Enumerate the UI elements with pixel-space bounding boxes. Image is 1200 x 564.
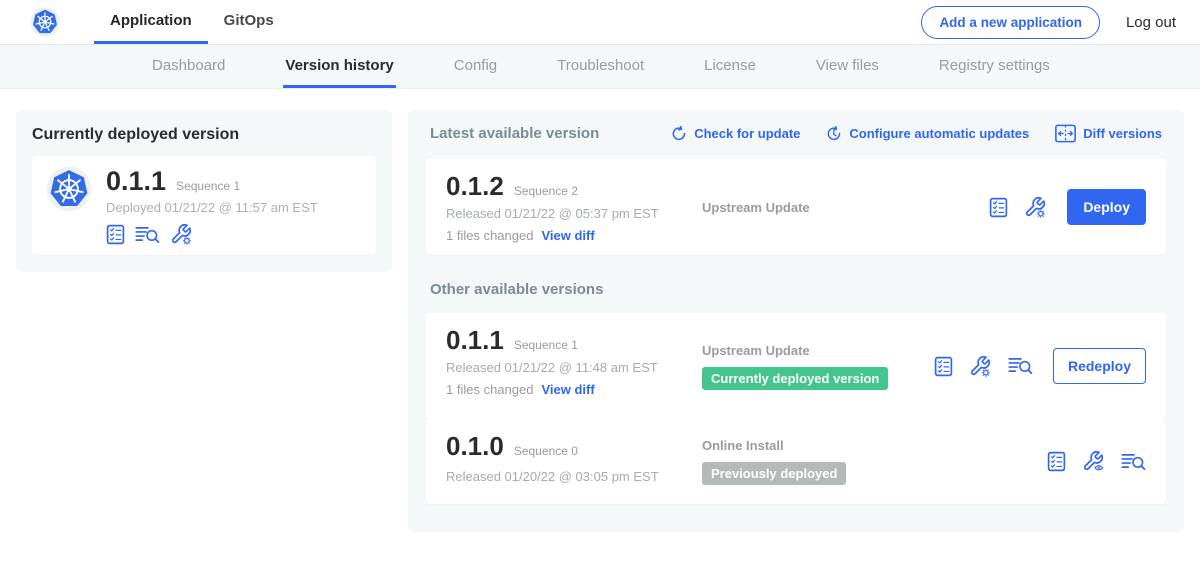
tab-gitops[interactable]: GitOps <box>208 0 290 44</box>
version-sequence: Sequence 1 <box>514 338 578 352</box>
previously-deployed-badge: Previously deployed <box>702 462 846 485</box>
check-for-update-link[interactable]: Check for update <box>671 124 800 143</box>
app-subnav: Dashboard Version history Config Trouble… <box>0 45 1200 89</box>
diff-versions-label: Diff versions <box>1083 126 1162 141</box>
preflight-checks-icon[interactable] <box>1047 451 1066 472</box>
version-info: 0.1.2 Sequence 2 Released 01/21/22 @ 05:… <box>446 170 702 244</box>
topbar-actions: Add a new application Log out <box>921 0 1176 44</box>
currently-deployed-badge: Currently deployed version <box>702 367 888 390</box>
version-status: Upstream Update <box>702 170 989 244</box>
diff-versions-link[interactable]: Diff versions <box>1055 124 1162 143</box>
preflight-checks-icon[interactable] <box>106 224 125 245</box>
released-timestamp: Released 01/20/22 @ 03:05 pm EST <box>446 469 702 484</box>
version-status: Upstream Update Currently deployed versi… <box>702 324 934 408</box>
top-navbar: Application GitOps Add a new application… <box>0 0 1200 45</box>
deploy-logs-icon[interactable] <box>1121 452 1146 472</box>
tab-license[interactable]: License <box>702 45 758 88</box>
version-number: 0.1.1 <box>446 327 504 353</box>
view-config-icon[interactable] <box>1082 450 1105 473</box>
version-source-label: Upstream Update <box>702 343 810 358</box>
refresh-icon <box>671 126 687 142</box>
version-row-0-1-1: 0.1.1 Sequence 1 Released 01/21/22 @ 11:… <box>426 313 1166 419</box>
version-info: 0.1.0 Sequence 0 Released 01/20/22 @ 03:… <box>446 430 702 493</box>
brand-logo <box>30 0 60 44</box>
tab-view-files[interactable]: View files <box>814 45 881 88</box>
schedule-update-icon <box>826 126 842 142</box>
add-application-button[interactable]: Add a new application <box>921 6 1100 39</box>
version-source-label: Upstream Update <box>702 200 810 215</box>
app-icon <box>46 166 92 212</box>
edit-config-icon[interactable] <box>170 223 193 246</box>
version-sequence: Sequence 2 <box>514 184 578 198</box>
tab-troubleshoot[interactable]: Troubleshoot <box>555 45 646 88</box>
version-actions: Deploy <box>989 170 1146 244</box>
configure-automatic-updates-label: Configure automatic updates <box>849 126 1029 141</box>
deployed-timestamp: Deployed 01/21/22 @ 11:57 am EST <box>106 200 318 215</box>
redeploy-button[interactable]: Redeploy <box>1053 348 1146 384</box>
deploy-logs-icon[interactable] <box>1008 356 1033 376</box>
preflight-checks-icon[interactable] <box>989 197 1008 218</box>
configure-automatic-updates-link[interactable]: Configure automatic updates <box>826 124 1029 143</box>
edit-config-icon[interactable] <box>1024 196 1047 219</box>
current-version-sequence: Sequence 1 <box>176 179 240 193</box>
deploy-logs-icon[interactable] <box>135 225 160 245</box>
version-actions: Redeploy <box>934 324 1146 408</box>
released-timestamp: Released 01/21/22 @ 11:48 am EST <box>446 360 702 375</box>
kubernetes-logo-icon <box>30 7 60 37</box>
current-version-number: 0.1.1 <box>106 168 166 194</box>
version-number: 0.1.2 <box>446 173 504 199</box>
tab-registry-settings[interactable]: Registry settings <box>937 45 1052 88</box>
current-version-detail: 0.1.1 Sequence 1 Deployed 01/21/22 @ 11:… <box>32 156 376 255</box>
view-diff-link[interactable]: View diff <box>541 228 594 243</box>
version-row-0-1-2: 0.1.2 Sequence 2 Released 01/21/22 @ 05:… <box>426 159 1166 255</box>
files-changed-label: 1 files changed <box>446 228 533 243</box>
other-versions-header: Other available versions <box>430 281 1162 298</box>
version-actions <box>1047 430 1146 493</box>
diff-versions-icon <box>1055 124 1076 143</box>
version-row-0-1-0: 0.1.0 Sequence 0 Released 01/20/22 @ 03:… <box>426 419 1166 504</box>
check-for-update-label: Check for update <box>694 126 800 141</box>
tab-dashboard[interactable]: Dashboard <box>150 45 227 88</box>
logout-link[interactable]: Log out <box>1126 14 1176 31</box>
released-timestamp: Released 01/21/22 @ 05:37 pm EST <box>446 206 702 221</box>
preflight-checks-icon[interactable] <box>934 356 953 377</box>
tab-version-history[interactable]: Version history <box>283 45 395 88</box>
currently-deployed-card: Currently deployed version 0.1.1 Sequenc… <box>16 110 392 272</box>
tab-application[interactable]: Application <box>94 0 208 44</box>
files-changed-label: 1 files changed <box>446 382 533 397</box>
version-source-label: Online Install <box>702 438 784 453</box>
view-diff-link[interactable]: View diff <box>541 382 594 397</box>
kots-admin-console: Application GitOps Add a new application… <box>0 0 1200 564</box>
version-info: 0.1.1 Sequence 1 Released 01/21/22 @ 11:… <box>446 324 702 408</box>
tab-config[interactable]: Config <box>452 45 499 88</box>
version-number: 0.1.0 <box>446 433 504 459</box>
latest-version-header: Latest available version <box>430 125 599 142</box>
version-history-panel: Latest available version Check for updat… <box>408 110 1184 532</box>
version-status: Online Install Previously deployed <box>702 430 1047 493</box>
currently-deployed-title: Currently deployed version <box>32 126 376 144</box>
version-sequence: Sequence 0 <box>514 444 578 458</box>
edit-config-icon[interactable] <box>969 355 992 378</box>
deploy-button[interactable]: Deploy <box>1067 189 1146 225</box>
